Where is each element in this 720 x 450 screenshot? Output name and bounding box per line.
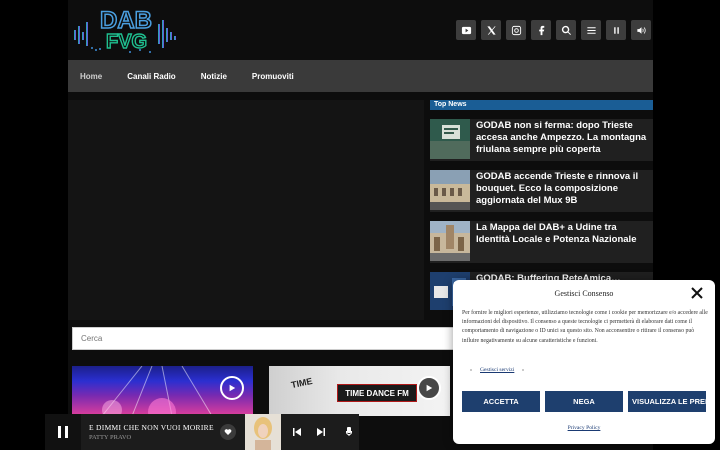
menu-button[interactable] <box>581 20 601 40</box>
nav-notizie[interactable]: Notizie <box>201 72 227 81</box>
audio-player: E DIMMI CHE NON VUOI MORIRE PATTY PRAVO <box>45 414 359 450</box>
consent-close-button[interactable] <box>691 286 705 300</box>
consent-buttons: ACCETTA NEGA VISUALIZZA LE PREFERENZE <box>462 391 706 412</box>
player-pause-button[interactable] <box>45 414 81 450</box>
skip-forward-icon <box>317 428 325 436</box>
volume-icon <box>636 26 646 34</box>
logo-text-top: DAB <box>100 7 152 34</box>
news-item[interactable]: GODAB accende Trieste e rinnova il bouqu… <box>430 170 653 212</box>
header-actions <box>456 20 651 40</box>
consent-manage-row: Gestisci servizi <box>462 367 532 373</box>
x-icon <box>486 25 496 35</box>
search-icon <box>561 25 571 35</box>
instagram-button[interactable] <box>506 20 526 40</box>
news-thumbnail <box>430 221 470 261</box>
separator-dot <box>522 368 525 371</box>
album-cover <box>245 414 281 450</box>
song-artist: PATTY PRAVO <box>89 434 132 441</box>
play-icon <box>426 384 433 392</box>
manage-services-link[interactable]: Gestisci servizi <box>480 367 514 373</box>
top-news: Top News GODAB non si ferma: dopo Triest… <box>430 100 653 310</box>
facebook-icon <box>538 25 544 35</box>
previous-button[interactable] <box>290 425 304 439</box>
search-button[interactable] <box>556 20 576 40</box>
news-item[interactable]: GODAB non si ferma: dopo Trieste accesa … <box>430 119 653 161</box>
instagram-icon <box>511 25 521 35</box>
menu-icon <box>586 26 596 34</box>
skip-back-icon <box>293 428 301 436</box>
x-button[interactable] <box>481 20 501 40</box>
accept-button[interactable]: ACCETTA <box>462 391 540 412</box>
nav-promuoviti[interactable]: Promuoviti <box>252 72 294 81</box>
deny-button[interactable]: NEGA <box>545 391 623 412</box>
card-title: TIME DANCE FM <box>337 384 417 402</box>
volume-button[interactable] <box>631 20 651 40</box>
pause-button[interactable] <box>606 20 626 40</box>
main-nav: Home Canali Radio Notizie Promuoviti <box>68 60 653 92</box>
nav-home[interactable]: Home <box>80 72 102 81</box>
play-button[interactable] <box>417 376 441 400</box>
news-thumbnail <box>430 170 470 210</box>
logo-text-bottom: FVG <box>106 31 147 53</box>
news-thumbnail <box>430 119 470 159</box>
consent-text: Per fornire le migliori esperienze, util… <box>462 310 708 344</box>
top-news-heading: Top News <box>430 100 653 110</box>
consent-title: Gestisci Consenso <box>554 289 614 298</box>
news-title: La Mappa del DAB+ a Udine tra Identità L… <box>476 222 637 245</box>
play-icon <box>229 384 236 392</box>
card-overlay-text: TIME <box>290 375 314 391</box>
radio-card[interactable]: TIME TIME DANCE FM <box>269 366 450 416</box>
privacy-policy-link[interactable]: Privacy Policy <box>453 425 715 431</box>
news-item[interactable]: La Mappa del DAB+ a Udine tra Identità L… <box>430 221 653 263</box>
cookie-consent-dialog: Gestisci Consenso Per fornire le miglior… <box>453 280 715 444</box>
news-title: GODAB non si ferma: dopo Trieste accesa … <box>476 120 647 155</box>
youtube-icon <box>461 26 471 34</box>
facebook-button[interactable] <box>531 20 551 40</box>
next-button[interactable] <box>314 425 328 439</box>
pause-icon <box>58 426 68 438</box>
youtube-button[interactable] <box>456 20 476 40</box>
radio-card[interactable] <box>72 366 253 416</box>
view-preferences-button[interactable]: VISUALIZZA LE PREFERENZE <box>628 391 706 412</box>
header: DAB FVG <box>68 0 653 60</box>
news-title: GODAB accende Trieste e rinnova il bouqu… <box>476 171 639 206</box>
microphone-button[interactable] <box>342 425 356 439</box>
separator-dot <box>470 368 472 371</box>
site-logo[interactable]: DAB FVG <box>70 2 182 58</box>
song-title: E DIMMI CHE NON VUOI MORIRE <box>89 423 214 432</box>
microphone-icon <box>345 427 353 436</box>
like-button[interactable] <box>220 424 236 440</box>
close-icon <box>691 287 703 299</box>
hero-video-area[interactable] <box>68 100 424 320</box>
heart-icon <box>224 429 232 435</box>
search-input[interactable] <box>72 327 472 350</box>
play-button[interactable] <box>220 376 244 400</box>
nav-canali-radio[interactable]: Canali Radio <box>127 72 175 81</box>
pause-icon <box>613 26 619 34</box>
